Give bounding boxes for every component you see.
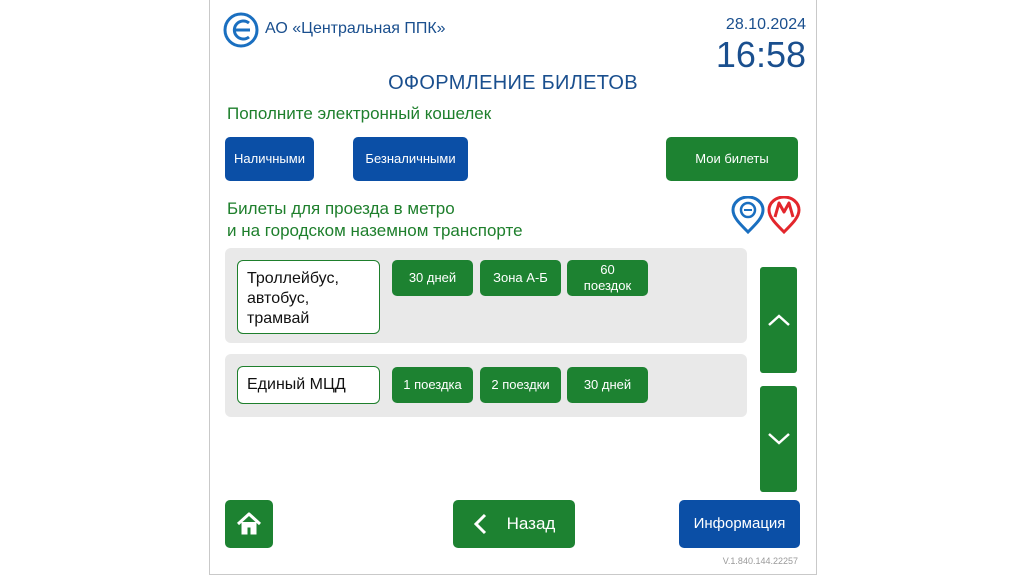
ticket-row-mcd: Единый МЦД 1 поездка 2 поездки 30 дней (225, 354, 747, 417)
section-heading: Билеты для проезда в метро и на городско… (227, 198, 523, 242)
section-heading-line-1: Билеты для проезда в метро (227, 199, 455, 218)
ticket-option-button[interactable]: 60 поездок (567, 260, 648, 296)
ticket-row-name-line: Единый МЦД (247, 376, 346, 393)
section-heading-line-2: и на городском наземном транспорте (227, 221, 523, 240)
my-tickets-button[interactable]: Мои билеты (666, 137, 798, 181)
mcd-icon (731, 196, 765, 234)
cash-button[interactable]: Наличными (225, 137, 314, 181)
cashless-button[interactable]: Безналичными (353, 137, 468, 181)
chevron-left-icon (473, 513, 486, 535)
home-icon (236, 512, 262, 535)
scroll-down-button[interactable] (760, 386, 797, 492)
ticket-option-button[interactable]: Зона А-Б (480, 260, 561, 296)
current-date: 28.10.2024 (725, 16, 806, 33)
version-label: V.1.840.144.22257 (722, 556, 798, 566)
ticket-row-name: Единый МЦД (237, 366, 380, 404)
back-button[interactable]: Назад (453, 500, 575, 548)
ticket-kiosk-screen: АО «Центральная ППК» 28.10.2024 16:58 ОФ… (209, 0, 817, 575)
company-logo-icon (223, 12, 259, 48)
chevron-up-icon (767, 314, 790, 326)
scroll-up-button[interactable] (760, 267, 797, 373)
info-button[interactable]: Информация (679, 500, 800, 548)
current-time: 16:58 (715, 34, 806, 75)
chevron-down-icon (767, 433, 790, 445)
company-name: АО «Центральная ППК» (265, 20, 446, 37)
ticket-option-button[interactable]: 1 поездка (392, 367, 473, 403)
ticket-option-button[interactable]: 30 дней (392, 260, 473, 296)
metro-icon (767, 196, 801, 234)
page-title: ОФОРМЛЕНИЕ БИЛЕТОВ (388, 72, 638, 94)
ticket-row-name-line: Троллейбус, (247, 270, 339, 287)
wallet-prompt: Пополните электронный кошелек (227, 104, 492, 123)
home-button[interactable] (225, 500, 273, 548)
back-button-label: Назад (506, 514, 556, 533)
ticket-row-name: Троллейбус, автобус, трамвай (237, 260, 380, 334)
ticket-option-button[interactable]: 2 поездки (480, 367, 561, 403)
ticket-row-name-line: трамвай (247, 310, 310, 327)
ticket-row-transport: Троллейбус, автобус, трамвай 30 дней Зон… (225, 248, 747, 343)
ticket-row-name-line: автобус, (247, 290, 310, 307)
ticket-option-button[interactable]: 30 дней (567, 367, 648, 403)
